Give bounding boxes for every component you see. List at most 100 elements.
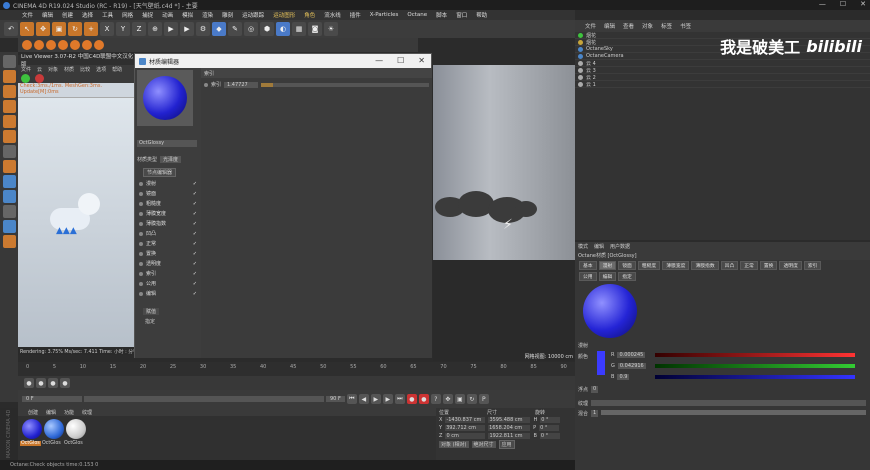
texture-slot[interactable] — [591, 400, 866, 406]
object-tab[interactable]: 书签 — [680, 22, 691, 30]
record-icon[interactable]: ● — [406, 394, 417, 404]
make-editable-icon[interactable] — [2, 55, 16, 68]
deformer-icon[interactable]: ◐ — [276, 22, 290, 36]
checkmark-icon[interactable]: ✓ — [193, 181, 197, 187]
keyframe-dot-icon[interactable] — [204, 82, 208, 87]
timeline[interactable]: 0 5 10 15 20 25 30 35 40 45 50 55 60 65 70 75 80 85 90 — [18, 362, 575, 376]
menu-item[interactable]: 工具 — [102, 11, 113, 19]
size-input[interactable]: 1922.811 cm — [488, 433, 531, 439]
coord-mode-dropdown[interactable]: 对象 (相对) — [439, 440, 469, 448]
material-name-field[interactable]: OctGlossy — [137, 140, 197, 147]
position-input[interactable]: 392.712 cm — [445, 425, 486, 431]
key-tool-icon[interactable]: ● — [60, 378, 70, 388]
minimize-button[interactable]: — — [819, 0, 826, 8]
checkmark-icon[interactable]: ✓ — [193, 261, 197, 267]
menu-item[interactable]: 插件 — [350, 11, 361, 19]
axis-x-button[interactable]: X — [100, 22, 114, 36]
size-input[interactable]: 1658.204 cm — [488, 425, 531, 431]
attribute-tab[interactable]: 用户数据 — [610, 243, 630, 250]
render-start-icon[interactable] — [21, 74, 30, 83]
channel-row[interactable]: 薄膜宽度 ✓ — [139, 210, 197, 217]
camera-icon[interactable]: ◙ — [308, 22, 322, 36]
maximize-button[interactable]: ☐ — [397, 56, 404, 65]
channel-chip[interactable]: 镜面 — [618, 261, 636, 270]
assign-button[interactable]: 赋值 — [143, 308, 160, 315]
object-row[interactable]: 云 4 — [575, 60, 870, 67]
menu-item[interactable]: 选择 — [82, 11, 93, 19]
viewer-menu-item[interactable]: 选项 — [96, 66, 106, 73]
apply-button[interactable]: 应用 — [498, 439, 515, 449]
render-stop-icon[interactable] — [34, 74, 44, 83]
grid-icon[interactable] — [2, 220, 16, 233]
b-input[interactable]: 0.9 — [617, 374, 630, 380]
axis-y-button[interactable]: Y — [116, 22, 130, 36]
render-picture-icon[interactable]: ▶ — [180, 22, 194, 36]
material-thumbnail[interactable] — [22, 419, 42, 439]
checkmark-icon[interactable]: ✓ — [193, 211, 197, 217]
undo-icon[interactable]: ↶ — [4, 22, 18, 36]
lock-icon[interactable] — [2, 205, 16, 218]
channel-row[interactable]: 粗糙度 ✓ — [139, 200, 197, 207]
octane-tool-icon[interactable] — [46, 40, 56, 50]
channel-row[interactable]: 凹凸 ✓ — [139, 230, 197, 237]
render-view-icon[interactable]: ▶ — [164, 22, 178, 36]
position-input[interactable]: 0 cm — [445, 433, 486, 439]
channel-chip[interactable]: 凹凸 — [720, 261, 739, 270]
light-icon[interactable]: ☀ — [324, 22, 338, 36]
rotation-input[interactable]: 0 ° — [539, 425, 560, 431]
menu-item[interactable]: 角色 — [304, 11, 315, 19]
points-mode-icon[interactable] — [2, 100, 16, 113]
menu-item[interactable]: 编辑 — [42, 11, 53, 19]
channel-row[interactable]: 编辑 ✓ — [139, 290, 197, 297]
checkmark-icon[interactable]: ✓ — [193, 221, 197, 227]
channel-row[interactable]: 索引 ✓ — [139, 270, 197, 277]
menu-item[interactable]: 窗口 — [456, 11, 467, 19]
channel-row[interactable]: 漫射 ✓ — [139, 180, 197, 187]
material-type-dropdown[interactable]: 光泽度 — [160, 156, 182, 163]
cube-icon[interactable]: ◆ — [212, 22, 226, 36]
add-icon[interactable]: + — [84, 22, 98, 36]
attribute-tab[interactable]: 编辑 — [594, 243, 604, 250]
menu-item[interactable]: 帮助 — [476, 11, 487, 19]
key-tool-icon[interactable]: ● — [24, 378, 34, 388]
object-row[interactable]: 云 3 — [575, 67, 870, 74]
menu-item[interactable]: 捕捉 — [142, 11, 153, 19]
viewer-menu-item[interactable]: 材质 — [64, 66, 74, 73]
menu-item[interactable]: 流水线 — [324, 11, 341, 19]
workplane-icon[interactable] — [2, 175, 16, 188]
material-tab[interactable]: 功能 — [64, 409, 74, 416]
auto-key-icon[interactable]: ● — [418, 394, 429, 404]
viewer-menu-item[interactable]: 帮助 — [112, 66, 122, 73]
position-input[interactable]: -1430.837 cm — [445, 417, 486, 423]
texture-mode-icon[interactable] — [2, 85, 16, 98]
menu-item[interactable]: 网格 — [122, 11, 133, 19]
octane-tool-icon[interactable] — [94, 40, 104, 50]
menu-item[interactable]: 动画 — [162, 11, 173, 19]
channel-row[interactable]: 薄膜指数 ✓ — [139, 220, 197, 227]
material-tab[interactable]: 纹理 — [82, 409, 92, 416]
g-slider[interactable] — [655, 364, 855, 368]
rotation-input[interactable]: 0 ° — [539, 433, 560, 439]
material-tab[interactable]: 编辑 — [46, 409, 56, 416]
r-slider[interactable] — [655, 353, 855, 357]
close-button[interactable]: ✕ — [418, 56, 425, 65]
b-slider[interactable] — [655, 375, 855, 379]
menu-item[interactable]: 雕刻 — [222, 11, 233, 19]
start-frame-input[interactable]: 0 F — [22, 396, 82, 402]
channel-chip[interactable]: 置换 — [759, 261, 778, 270]
octane-tool-icon[interactable] — [34, 40, 44, 50]
object-row[interactable]: 云 2 — [575, 74, 870, 81]
menu-item[interactable]: 脚本 — [436, 11, 447, 19]
quantize-icon[interactable] — [2, 190, 16, 203]
checkmark-icon[interactable]: ✓ — [193, 281, 197, 287]
object-tab[interactable]: 标签 — [661, 22, 672, 30]
menu-item[interactable]: 文件 — [22, 11, 33, 19]
minimize-button[interactable]: — — [375, 56, 383, 65]
octane-tool-icon[interactable] — [22, 40, 32, 50]
end-frame-input[interactable]: 90 F — [326, 396, 345, 402]
material-thumbnail[interactable] — [66, 419, 86, 439]
snap-icon[interactable] — [2, 160, 16, 173]
octane-tool-icon[interactable] — [82, 40, 92, 50]
channel-chip[interactable]: 编辑 — [598, 272, 617, 281]
menu-item[interactable]: X-Particles — [370, 12, 399, 18]
